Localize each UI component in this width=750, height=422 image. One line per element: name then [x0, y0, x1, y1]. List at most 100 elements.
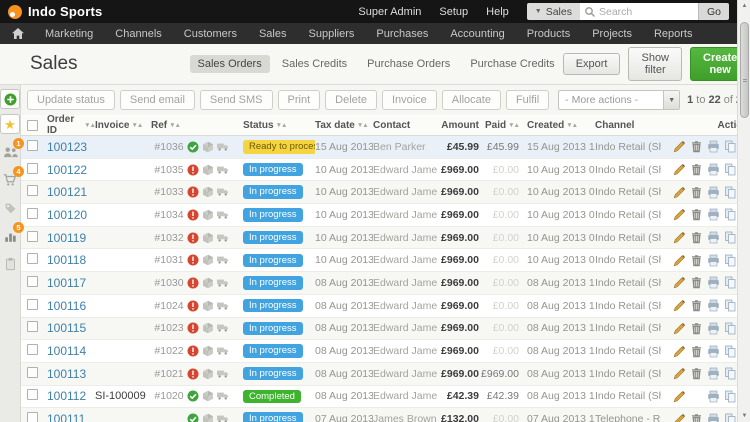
table-row[interactable]: 100113 #1021 In progress 08 Aug 2013 Edw…: [21, 362, 750, 386]
print-action-icon[interactable]: [707, 208, 720, 221]
search-input[interactable]: [598, 5, 689, 18]
home-icon[interactable]: [0, 28, 34, 39]
column-header[interactable]: Channel▼▲: [595, 120, 661, 131]
print-action-icon[interactable]: [707, 390, 720, 403]
sort-arrows-icon[interactable]: ▼▲: [566, 122, 578, 129]
edit-action-icon[interactable]: [673, 345, 686, 358]
row-checkbox[interactable]: [27, 344, 38, 356]
print-action-icon[interactable]: [707, 413, 720, 422]
clipboard-icon[interactable]: [0, 254, 20, 274]
search-go-button[interactable]: Go: [697, 3, 729, 20]
nav-item[interactable]: Customers: [173, 28, 248, 40]
order-id-link[interactable]: 100114: [47, 344, 86, 358]
table-row[interactable]: 100118 #1031 In progress 10 Aug 2013 Edw…: [21, 249, 750, 273]
edit-action-icon[interactable]: [673, 163, 686, 176]
order-id-link[interactable]: 100120: [47, 208, 87, 222]
edit-action-icon[interactable]: [673, 413, 686, 422]
delete-action-icon[interactable]: [690, 140, 703, 153]
order-id-link[interactable]: 100118: [47, 253, 86, 267]
column-header[interactable]: Paid ▼▲: [479, 120, 520, 131]
sort-arrows-icon[interactable]: ▼▲: [276, 122, 288, 129]
row-checkbox[interactable]: [27, 139, 38, 151]
delete-action-icon[interactable]: [690, 345, 703, 358]
select-all-checkbox[interactable]: [27, 119, 38, 131]
tab[interactable]: Purchase Orders: [359, 55, 458, 73]
edit-action-icon[interactable]: [673, 322, 686, 335]
row-checkbox[interactable]: [27, 298, 38, 310]
table-row[interactable]: 100115 #1023 In progress 08 Aug 2013 Edw…: [21, 317, 750, 341]
table-row[interactable]: 100120 #1034 In progress 10 Aug 2013 Edw…: [21, 204, 750, 227]
tab[interactable]: Sales Credits: [274, 55, 355, 73]
print-action-icon[interactable]: [707, 140, 720, 153]
table-row[interactable]: 100116 #1024 In progress 08 Aug 2013 Edw…: [21, 294, 750, 318]
edit-action-icon[interactable]: [673, 254, 686, 267]
bulk-action-button[interactable]: Send SMS: [199, 90, 273, 110]
bulk-action-button[interactable]: Update status: [27, 90, 115, 110]
delete-action-icon[interactable]: [690, 299, 703, 312]
tab[interactable]: Purchase Credits: [462, 55, 562, 73]
nav-item[interactable]: Sales: [248, 28, 298, 40]
table-row[interactable]: 100121 #1033 In progress 10 Aug 2013 Edw…: [21, 181, 750, 205]
print-action-icon[interactable]: [707, 322, 720, 335]
row-checkbox[interactable]: [27, 366, 38, 378]
delete-action-icon[interactable]: [690, 322, 703, 335]
delete-action-icon[interactable]: [690, 208, 703, 221]
scroll-up-arrow[interactable]: ▲: [738, 0, 750, 12]
edit-action-icon[interactable]: [673, 231, 686, 244]
print-action-icon[interactable]: [707, 345, 720, 358]
recent-reports-chart-icon[interactable]: 5: [0, 222, 24, 246]
show-filter-button[interactable]: Show filter: [628, 47, 683, 81]
order-id-link[interactable]: 100111: [47, 412, 85, 422]
edit-action-icon[interactable]: [673, 390, 686, 403]
order-id-link[interactable]: 100117: [47, 276, 86, 290]
bulk-action-button[interactable]: Send email: [119, 90, 195, 110]
copy-action-icon[interactable]: [724, 163, 737, 176]
print-action-icon[interactable]: [707, 231, 720, 244]
print-action-icon[interactable]: [707, 299, 720, 312]
sort-arrows-icon[interactable]: ▼▲: [84, 122, 96, 129]
table-row[interactable]: 100114 #1022 In progress 08 Aug 2013 Edw…: [21, 340, 750, 363]
copy-action-icon[interactable]: [724, 254, 737, 267]
copy-action-icon[interactable]: [724, 413, 737, 422]
table-row[interactable]: 100123 #1036 Ready to proce 15 Aug 2013 …: [21, 136, 750, 159]
column-header[interactable]: Amount▼▲: [437, 120, 479, 131]
column-header[interactable]: Invoice ▼▲: [95, 120, 151, 131]
recent-products-tag-icon[interactable]: [0, 198, 20, 218]
delete-action-icon[interactable]: [690, 231, 703, 244]
copy-action-icon[interactable]: [724, 140, 737, 153]
nav-item[interactable]: Channels: [104, 28, 172, 40]
row-checkbox[interactable]: [27, 275, 38, 287]
copy-action-icon[interactable]: [724, 367, 737, 380]
bulk-action-button[interactable]: Print: [277, 90, 321, 110]
edit-action-icon[interactable]: [673, 299, 686, 312]
order-id-link[interactable]: 100115: [47, 321, 86, 335]
nav-item[interactable]: Products: [516, 28, 581, 40]
sort-arrows-icon[interactable]: ▼▲: [169, 122, 181, 129]
nav-item[interactable]: Purchases: [365, 28, 439, 40]
row-checkbox[interactable]: [27, 253, 38, 265]
order-id-link[interactable]: 100122: [47, 163, 87, 177]
bulk-action-button[interactable]: Invoice: [381, 90, 437, 110]
print-action-icon[interactable]: [707, 163, 720, 176]
table-row[interactable]: 100117 #1030 In progress 08 Aug 2013 Edw…: [21, 272, 750, 295]
sort-arrows-icon[interactable]: ▼▲: [357, 122, 369, 129]
tab[interactable]: Sales Orders: [189, 55, 270, 73]
recent-orders-cart-icon[interactable]: 4: [0, 166, 24, 190]
brand[interactable]: Indo Sports: [0, 4, 102, 19]
row-checkbox[interactable]: [27, 207, 38, 219]
bulk-action-button[interactable]: Fulfil: [505, 90, 550, 110]
edit-action-icon[interactable]: [673, 276, 686, 289]
search-scope-select[interactable]: ▼ Sales: [526, 3, 580, 20]
edit-action-icon[interactable]: [673, 208, 686, 221]
order-id-link[interactable]: 100113: [47, 367, 86, 381]
nav-item[interactable]: Projects: [581, 28, 643, 40]
table-row[interactable]: 100119 #1032 In progress 10 Aug 2013 Edw…: [21, 226, 750, 250]
delete-action-icon[interactable]: [690, 276, 703, 289]
scrollbar-thumb[interactable]: [739, 22, 749, 118]
copy-action-icon[interactable]: [724, 186, 737, 199]
row-checkbox[interactable]: [27, 389, 38, 401]
row-checkbox[interactable]: [27, 412, 38, 422]
column-header[interactable]: Status ▼▲: [243, 120, 315, 131]
row-checkbox[interactable]: [27, 185, 38, 197]
bulk-action-button[interactable]: Delete: [325, 90, 377, 110]
